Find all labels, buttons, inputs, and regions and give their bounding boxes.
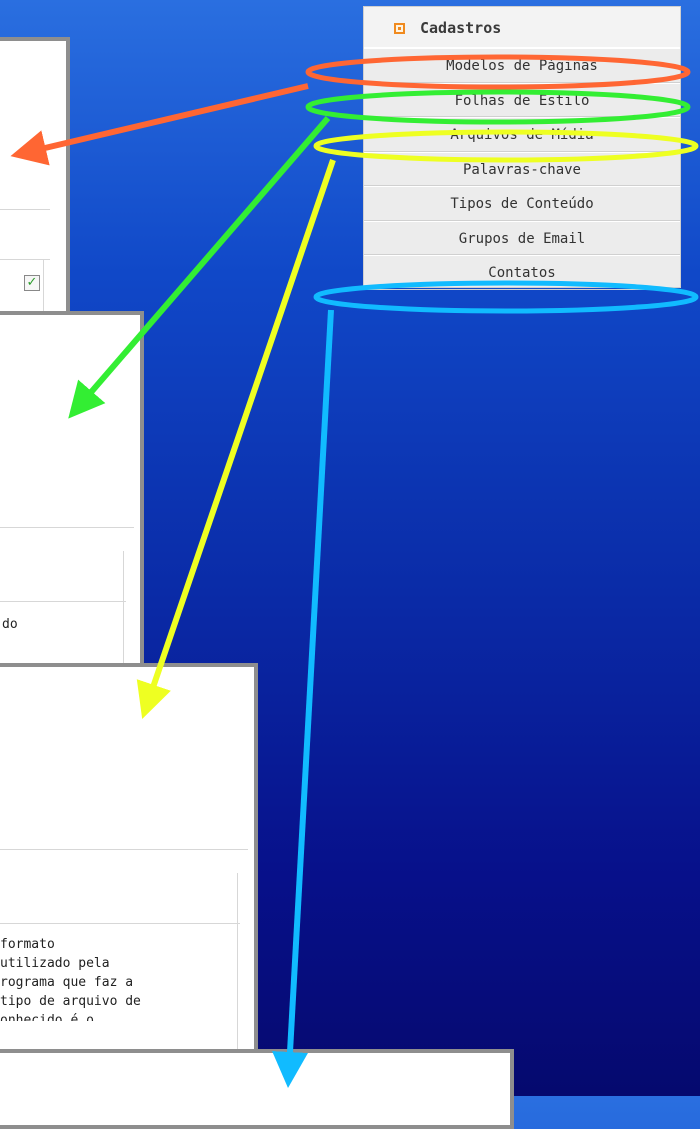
arrow-green [68,116,331,419]
arrow-orange [10,83,309,166]
highlight-ellipse-contacts [313,280,699,314]
highlight-ellipse-page-templates [305,54,691,90]
highlight-ellipse-stylesheets [305,89,691,125]
arrow-yellow [136,159,336,720]
highlight-ellipse-media-files [313,129,699,163]
arrow-blue [272,309,334,1088]
annotation-overlay [10,54,699,1088]
